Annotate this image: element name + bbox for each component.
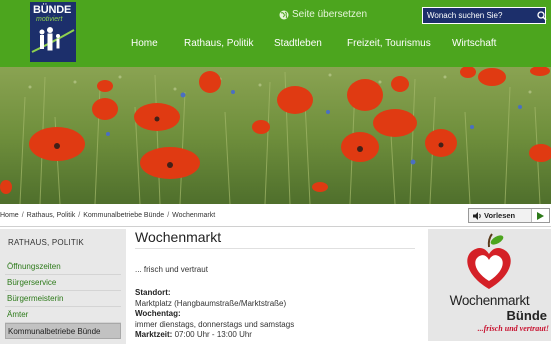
sidebar-item-buergerservice[interactable]: Bürgerservice [5, 275, 121, 291]
sidebar-item-buergermeisterin[interactable]: Bürgermeisterin [5, 291, 121, 307]
breadcrumb-kommunalbetriebe[interactable]: Kommunalbetriebe Bünde [83, 212, 164, 219]
search-input[interactable] [423, 8, 537, 23]
breadcrumb-separator: / [21, 212, 24, 219]
breadcrumb-separator: / [167, 212, 170, 219]
market-info: Standort: Marktplatz (Hangbaumstraße/Mar… [135, 288, 415, 341]
sidebar-item-aemter[interactable]: Ämter [5, 307, 121, 323]
wochentag-label: Wochentag: [135, 309, 181, 318]
main-navigation: Home Rathaus, Politik Stadtleben Freizei… [0, 38, 551, 52]
site-header: BÜNDE motiviert Seite übersetzen Home [0, 0, 551, 67]
nav-rathaus-politik[interactable]: Rathaus, Politik [184, 38, 253, 49]
search-icon[interactable] [537, 8, 547, 23]
sidebar: RATHAUS, POLITIK Öffnungszeiten Bürgerse… [0, 229, 126, 344]
sidebar-item-oeffnungszeiten[interactable]: Öffnungszeiten [5, 259, 121, 275]
breadcrumb-home[interactable]: Home [0, 212, 19, 219]
breadcrumb-current: Wochenmarkt [172, 212, 216, 219]
hero-image [0, 67, 551, 204]
poppy-field-image [0, 67, 551, 204]
marktzeit-label: Marktzeit: [135, 330, 173, 339]
sidebar-menu: Öffnungszeiten Bürgerservice Bürgermeist… [5, 259, 121, 339]
promo-brand: Wochenmarkt [449, 293, 530, 308]
globe-icon [279, 10, 289, 19]
breadcrumb: Home / Rathaus, Politik / Kommunalbetriebe B… [0, 212, 215, 219]
breadcrumb-separator: / [78, 212, 81, 219]
promo-city: Bünde [506, 308, 547, 323]
breadcrumb-rathaus-politik[interactable]: Rathaus, Politik [27, 212, 76, 219]
page-title: Wochenmarkt [135, 229, 415, 249]
nav-home[interactable]: Home [131, 38, 158, 49]
readspeaker-bar: Vorlesen [468, 208, 550, 223]
sidebar-item-kommunalbetriebe[interactable]: Kommunalbetriebe Bünde [5, 323, 121, 339]
readspeaker-label[interactable]: Vorlesen [484, 211, 515, 220]
nav-wirtschaft[interactable]: Wirtschaft [452, 38, 496, 49]
search-box [422, 7, 547, 24]
main-content: Wochenmarkt ... frisch und vertraut Stan… [135, 229, 415, 339]
wochenmarkt-promo[interactable]: Wochenmarkt Bünde ...frisch und vertraut… [428, 229, 551, 341]
play-icon[interactable] [531, 209, 549, 222]
logo-title: BÜNDE [33, 4, 72, 16]
wochentag-value: immer dienstags, donnerstags und samstag… [135, 319, 295, 329]
intro-text: ... frisch und vertraut [135, 265, 208, 274]
standort-value: Marktplatz (Hangbaumstraße/Marktstraße) [135, 298, 287, 308]
translate-link[interactable]: Seite übersetzen [279, 9, 367, 20]
sidebar-title: RATHAUS, POLITIK [8, 238, 84, 247]
divider [0, 226, 551, 227]
logo[interactable]: BÜNDE motiviert [30, 2, 76, 62]
promo-slogan: ...frisch und vertraut! [477, 324, 549, 333]
standort-label: Standort: [135, 288, 171, 297]
nav-stadtleben[interactable]: Stadtleben [274, 38, 322, 49]
speaker-icon[interactable] [471, 209, 483, 222]
marktzeit-value: 07:00 Uhr - 13:00 Uhr [174, 330, 252, 339]
translate-label: Seite übersetzen [292, 9, 368, 20]
nav-freizeit-tourismus[interactable]: Freizeit, Tourismus [347, 38, 431, 49]
apple-heart-icon [467, 233, 511, 289]
